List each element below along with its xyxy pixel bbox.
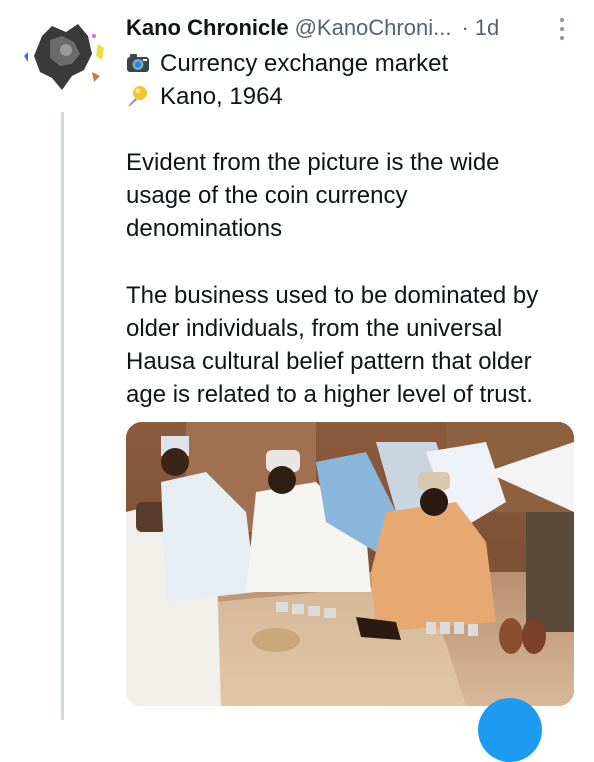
- avatar[interactable]: [22, 14, 108, 100]
- paragraph-1-line: usage of the coin currency: [126, 182, 408, 209]
- caption-line-2: Kano, 1964: [126, 80, 283, 113]
- author-name[interactable]: Kano Chronicle: [126, 15, 289, 41]
- paragraph-2-line: older individuals, from the universal: [126, 315, 503, 342]
- caption-line-1-text: Currency exchange market: [160, 50, 449, 77]
- caption-line-2-text: Kano, 1964: [160, 83, 283, 110]
- tweet-paragraph-1: Evident from the picture is the wide usa…: [126, 146, 576, 245]
- pushpin-icon: [126, 84, 150, 108]
- paragraph-2-line: Hausa cultural belief pattern that older: [126, 348, 532, 375]
- separator-dot: ·: [461, 15, 469, 40]
- tweet-photo[interactable]: [126, 422, 574, 706]
- paragraph-2-line: The business used to be dominated by: [126, 282, 539, 309]
- author-handle[interactable]: @KanoChroni...: [295, 15, 452, 41]
- thread-line: [61, 112, 64, 720]
- camera-icon: [126, 51, 150, 75]
- paragraph-1-line: Evident from the picture is the wide: [126, 149, 500, 176]
- compose-button[interactable]: [478, 698, 542, 762]
- tweet-paragraph-2: The business used to be dominated by old…: [126, 279, 576, 411]
- paragraph-1-line: denominations: [126, 215, 283, 242]
- caption-line-1: Currency exchange market: [126, 47, 448, 80]
- paragraph-2-line: age is related to a higher level of trus…: [126, 381, 533, 408]
- tweet-header: Kano Chronicle @KanoChroni... · 1d: [126, 14, 576, 42]
- more-options-icon[interactable]: [554, 18, 570, 40]
- timestamp[interactable]: 1d: [475, 15, 499, 41]
